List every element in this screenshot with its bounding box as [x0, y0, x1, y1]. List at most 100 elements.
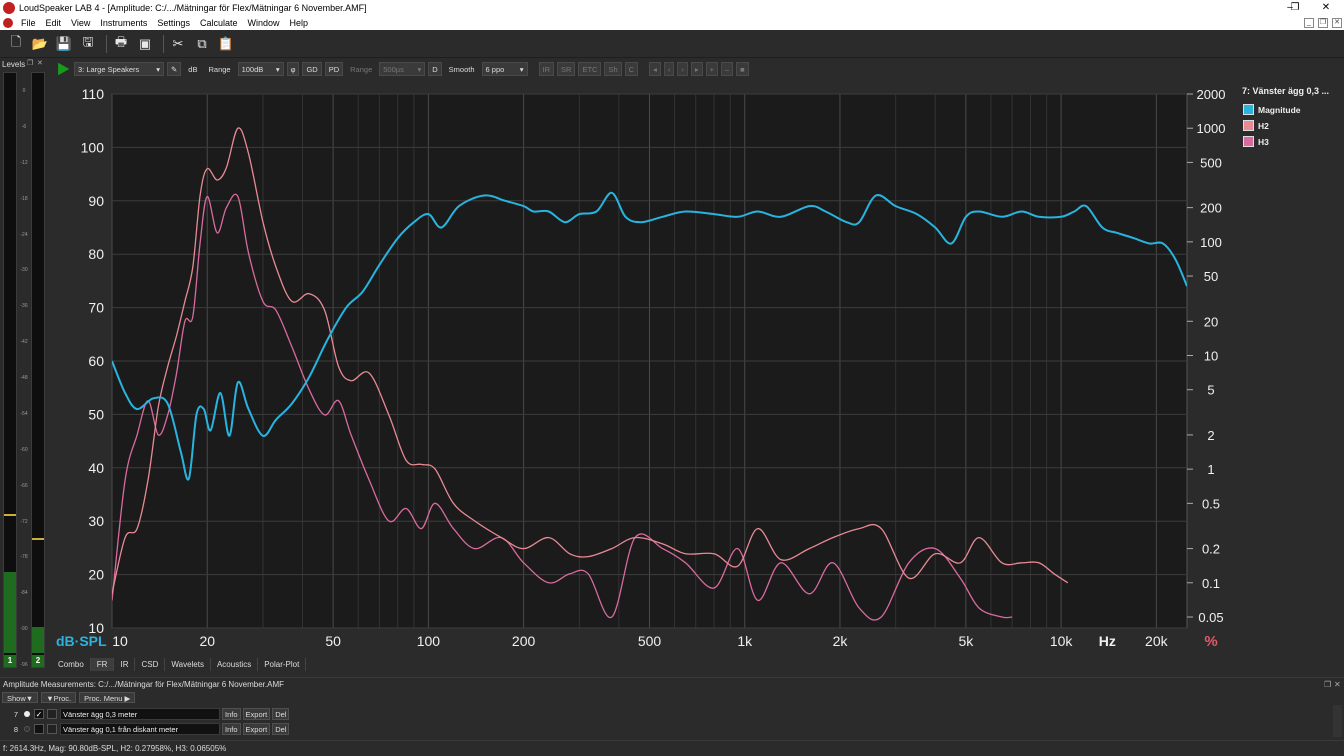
- measurement-name[interactable]: Vänster ägg 0,1 från diskant meter: [60, 723, 220, 735]
- stop-icon[interactable]: ■: [736, 62, 749, 76]
- menu-edit[interactable]: Edit: [41, 18, 67, 28]
- etc-button[interactable]: ETC: [578, 62, 602, 76]
- zoom-in-icon[interactable]: +: [705, 62, 718, 76]
- level-scale-label: -48: [20, 375, 28, 381]
- legend-item-h3[interactable]: H3: [1243, 136, 1344, 147]
- d-button[interactable]: D: [428, 62, 442, 76]
- graph-toolbar: 3: Large Speakers ▾ ✎ dB Range 100dB ▾ φ G…: [52, 60, 1344, 78]
- color-swatch[interactable]: [47, 724, 57, 734]
- amplitude-plot[interactable]: 10 20 30 40 50 60 70 80 90 100 110 0.05 0.1 0.2 0.5 1 2 5…: [52, 80, 1240, 656]
- next-icon[interactable]: ›: [677, 62, 688, 76]
- panel-scrollbar[interactable]: [1333, 705, 1342, 737]
- measurement-row[interactable]: 7 ✓ Vänster ägg 0,3 meter Info Export De…: [0, 707, 291, 721]
- legend-item-h2[interactable]: H2: [1243, 120, 1344, 131]
- range-label: Range: [208, 64, 231, 74]
- x-tick-label: 200: [512, 633, 536, 649]
- restore-button[interactable]: ❐: [1280, 0, 1310, 16]
- save-all-icon[interactable]: 🖫: [78, 34, 98, 54]
- settings-wrench-icon[interactable]: ✎: [167, 62, 182, 76]
- proc-button[interactable]: ▼Proc.: [41, 692, 77, 703]
- gd-button[interactable]: GD: [302, 62, 322, 76]
- mdi-close-icon[interactable]: ✕: [1332, 18, 1342, 28]
- menu-settings[interactable]: Settings: [152, 18, 195, 28]
- copy-icon[interactable]: ⧉: [192, 34, 212, 54]
- level-scale-label: 0: [22, 88, 26, 94]
- ir-button[interactable]: IR: [538, 62, 555, 76]
- menu-calculate[interactable]: Calculate: [195, 18, 243, 28]
- active-dot-icon[interactable]: [24, 726, 30, 732]
- zoom-out-icon[interactable]: –: [720, 62, 734, 76]
- color-swatch[interactable]: [47, 709, 57, 719]
- panel-restore-icon[interactable]: ❐: [1324, 678, 1331, 692]
- amplitude-chart[interactable]: 10 20 30 40 50 60 70 80 90 100 110 0.05 0.1 0.2 0.5 1 2 5…: [52, 80, 1240, 656]
- level-scale-label: -78: [20, 554, 28, 561]
- legend-label: H2: [1258, 120, 1269, 131]
- measurement-row[interactable]: 8 Vänster ägg 0,1 från diskant meter Inf…: [0, 722, 291, 736]
- play-icon[interactable]: [58, 62, 70, 76]
- visible-checkbox[interactable]: [34, 724, 44, 734]
- menu-help[interactable]: Help: [285, 18, 314, 28]
- visible-checkbox[interactable]: ✓: [34, 709, 44, 719]
- cut-icon[interactable]: ✂: [168, 34, 188, 54]
- menu-instruments[interactable]: Instruments: [95, 18, 152, 28]
- preset-select[interactable]: 3: Large Speakers ▾: [74, 62, 164, 76]
- x-tick-label: 20: [199, 633, 215, 649]
- proc-menu-button[interactable]: Proc. Menu ▶: [79, 692, 136, 703]
- prev-icon[interactable]: ‹: [663, 62, 675, 76]
- level-scale-label: -90: [20, 626, 28, 633]
- delete-button[interactable]: Del: [272, 723, 290, 735]
- info-button[interactable]: Info: [222, 708, 241, 720]
- delete-button[interactable]: Del: [272, 708, 290, 720]
- tab-combo[interactable]: Combo: [52, 657, 91, 671]
- tab-csd[interactable]: CSD: [135, 657, 166, 671]
- export-button[interactable]: Export: [242, 708, 271, 720]
- panel-close-icon[interactable]: ✕: [1334, 678, 1341, 692]
- info-button[interactable]: Info: [222, 723, 241, 735]
- active-dot-icon[interactable]: [24, 711, 30, 717]
- range2-select[interactable]: 500µs ▾: [379, 62, 426, 76]
- paste-icon[interactable]: 📋: [216, 34, 236, 54]
- y2-tick-label: 1: [1207, 462, 1214, 477]
- y2-tick-label: 5: [1207, 383, 1214, 398]
- close-button[interactable]: ✕: [1308, 0, 1344, 16]
- tab-wavelets[interactable]: Wavelets: [165, 657, 211, 671]
- levels-restore-icon[interactable]: ❐: [27, 59, 33, 67]
- app-icon: [3, 2, 15, 14]
- last-icon[interactable]: ▸: [690, 62, 703, 76]
- tab-ir[interactable]: IR: [114, 657, 136, 671]
- y-tick-label: 40: [88, 460, 104, 476]
- pd-button[interactable]: PD: [324, 62, 344, 76]
- first-icon[interactable]: ◂: [649, 62, 661, 76]
- open-folder-icon[interactable]: 📂: [30, 34, 50, 54]
- save-icon[interactable]: 💾: [54, 34, 74, 54]
- mdi-minimize-icon[interactable]: _: [1304, 18, 1314, 28]
- print-icon[interactable]: 🖶: [111, 34, 131, 54]
- menu-file[interactable]: File: [16, 18, 41, 28]
- menu-window[interactable]: Window: [242, 18, 284, 28]
- mdi-icon[interactable]: [3, 18, 13, 28]
- x-tick-label: 2k: [833, 633, 849, 649]
- phase-button[interactable]: φ: [286, 62, 300, 76]
- chevron-down-icon: ▾: [417, 64, 422, 74]
- show-button[interactable]: Show▼: [2, 692, 39, 703]
- y2-tick-label: 1000: [1197, 121, 1226, 136]
- print-preview-icon[interactable]: ▣: [135, 34, 155, 54]
- smooth-select[interactable]: 6 ppo ▾: [481, 62, 528, 76]
- measurement-name[interactable]: Vänster ägg 0,3 meter: [60, 708, 220, 720]
- measurement-number: 8: [13, 724, 18, 734]
- tab-polar-plot[interactable]: Polar-Plot: [258, 657, 307, 671]
- new-file-icon[interactable]: 🗋: [6, 34, 26, 54]
- legend-item-magnitude[interactable]: Magnitude: [1243, 104, 1344, 115]
- export-button[interactable]: Export: [242, 723, 271, 735]
- smooth-label: Smooth: [448, 64, 475, 74]
- sr-button[interactable]: SR: [557, 62, 576, 76]
- levels-close-icon[interactable]: ✕: [37, 59, 43, 67]
- sh-button[interactable]: Sh: [604, 62, 622, 76]
- mdi-restore-icon[interactable]: ❐: [1318, 18, 1328, 28]
- tab-fr[interactable]: FR: [90, 657, 115, 671]
- c-button[interactable]: C: [624, 62, 639, 76]
- tab-acoustics[interactable]: Acoustics: [211, 657, 259, 671]
- menu-view[interactable]: View: [66, 18, 95, 28]
- x-tick-label: 500: [638, 633, 662, 649]
- range-select[interactable]: 100dB ▾: [237, 62, 284, 76]
